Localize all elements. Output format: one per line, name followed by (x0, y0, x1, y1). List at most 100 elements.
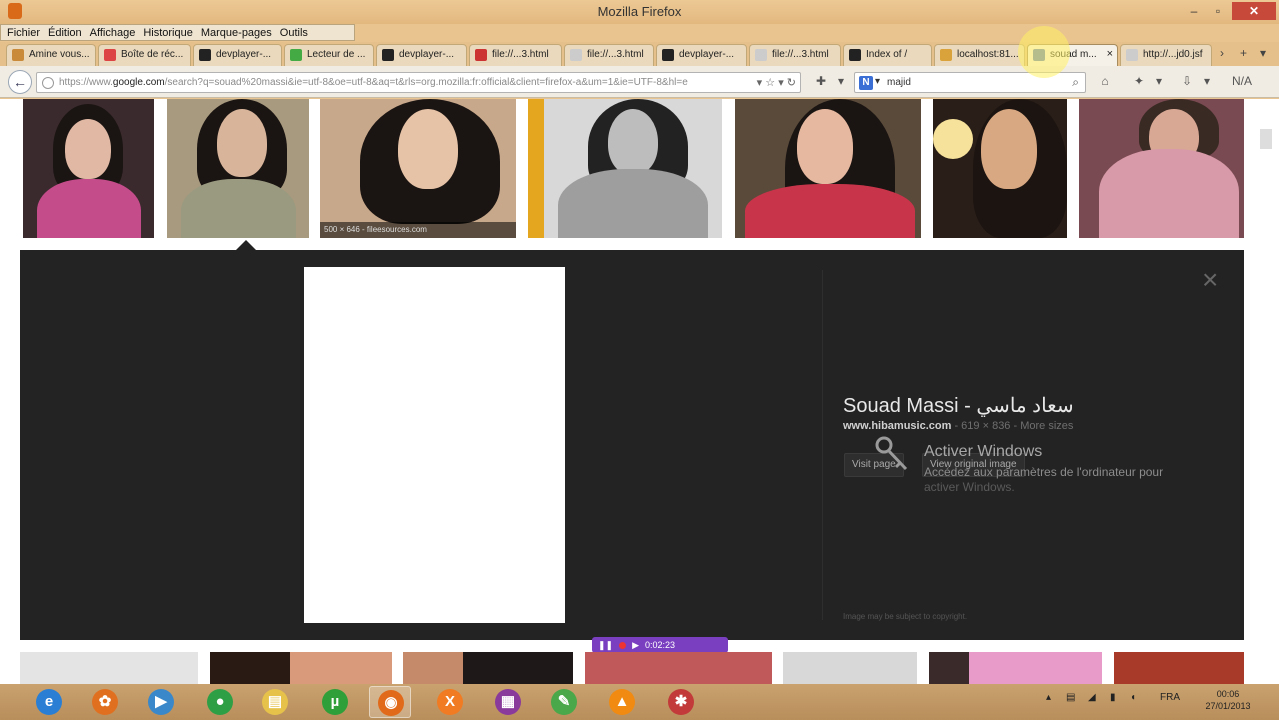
language-indicator[interactable]: FRA (1160, 692, 1180, 703)
image-thumbnail[interactable] (1114, 652, 1244, 684)
tab-1[interactable]: Amine vous... (6, 44, 96, 66)
app-orange-icon: ✿ (92, 689, 118, 715)
menu-affichage[interactable]: Affichage (90, 27, 136, 39)
menu-edition[interactable]: Édition (48, 27, 82, 39)
record-icon[interactable] (619, 641, 627, 649)
tab-label: devplayer-... (216, 49, 272, 60)
image-thumbnail[interactable] (210, 652, 392, 684)
taskbar-media-player[interactable]: ▶ (140, 686, 182, 718)
tab-label: file://...3.html (772, 49, 829, 60)
tab-8[interactable]: devplayer-... (656, 44, 747, 66)
home-icon[interactable]: ⌂ (1096, 74, 1114, 90)
taskbar-file-explorer[interactable]: ▤ (254, 686, 296, 718)
minimize-button[interactable]: – (1186, 2, 1202, 20)
tab-list-icon[interactable]: ▾ (1260, 46, 1266, 60)
download-dropdown-icon[interactable]: ▾ (1198, 74, 1216, 90)
image-title[interactable]: Souad Massi - سعاد ماسي (843, 393, 1074, 418)
taskbar-winrar[interactable]: ▦ (487, 686, 529, 718)
image-thumbnail[interactable] (929, 652, 1102, 684)
site-identity-icon[interactable] (42, 77, 54, 89)
power-icon[interactable]: ▮ (1110, 692, 1116, 703)
network-icon[interactable]: ▤ (1066, 692, 1075, 703)
internet-explorer-icon: e (36, 689, 62, 715)
maximize-button[interactable]: ▫ (1210, 2, 1226, 20)
url-bar[interactable]: https://www.google.com/search?q=souad%20… (36, 72, 801, 93)
search-engine-dropdown-icon[interactable]: ▾ (875, 76, 880, 87)
image-thumbnail[interactable]: 500 × 646 - fileesources.com (320, 99, 516, 238)
tab-4[interactable]: Lecteur de ... (284, 44, 374, 66)
tab-3[interactable]: devplayer-... (193, 44, 282, 66)
tab-label: Boîte de réc... (121, 49, 184, 60)
back-button[interactable]: ← (8, 70, 32, 94)
terminal-icon (382, 49, 394, 61)
tab-6[interactable]: file://...3.html (469, 44, 562, 66)
image-thumbnail[interactable] (20, 652, 198, 684)
image-thumbnail[interactable] (933, 99, 1067, 238)
tab-9[interactable]: file://...3.html (749, 44, 841, 66)
close-tab-icon[interactable]: × (1107, 48, 1113, 60)
dropdown-icon[interactable]: ▾ (757, 77, 763, 89)
image-thumbnail[interactable] (1079, 99, 1244, 238)
extension-dropdown-icon[interactable]: ▾ (1150, 74, 1168, 90)
image-thumbnail[interactable] (735, 99, 921, 238)
taskbar-notepadpp[interactable]: ✎ (543, 686, 585, 718)
show-hidden-icons[interactable]: ▴ (1046, 692, 1051, 703)
menu-historique[interactable]: Historique (143, 27, 193, 39)
source-site-link[interactable]: www.hibamusic.com (843, 420, 951, 432)
tab-scroll-right-icon[interactable]: › (1220, 46, 1224, 60)
tab-10[interactable]: Index of / (843, 44, 932, 66)
tab-7[interactable]: file://...3.html (564, 44, 654, 66)
image-thumbnail[interactable] (783, 652, 917, 684)
search-engine-icon[interactable]: N (859, 76, 873, 90)
taskbar-firefox[interactable]: ◉ (369, 686, 411, 718)
taskbar-internet-explorer[interactable]: e (28, 686, 70, 718)
volume-icon[interactable]: ◖ (1130, 692, 1136, 703)
tab-label: Lecteur de ... (307, 49, 366, 60)
image-preview[interactable] (304, 267, 565, 623)
addon-icon[interactable]: ✚ (812, 74, 830, 90)
signal-icon[interactable]: ◢ (1088, 692, 1096, 703)
clock[interactable]: 00:06 27/01/2013 (1196, 688, 1260, 712)
tab-11[interactable]: localhost:81... (934, 44, 1025, 66)
taskbar-xampp[interactable]: X (429, 686, 471, 718)
close-panel-button[interactable]: × (1202, 264, 1218, 296)
search-icon[interactable]: ⌕ (1072, 75, 1079, 90)
image-source: www.hibamusic.com - 619 × 836 - More siz… (843, 420, 1073, 432)
download-icon[interactable]: ⇩ (1178, 74, 1196, 90)
notepadpp-icon: ✎ (551, 689, 577, 715)
url-dropdown-icon[interactable]: ▾ (778, 77, 784, 89)
taskbar-vlc[interactable]: ▲ (601, 686, 643, 718)
navigation-bar: ← https://www.google.com/search?q=souad%… (0, 66, 1279, 98)
warning-icon (940, 49, 952, 61)
image-thumbnail[interactable] (23, 99, 154, 238)
image-thumbnail[interactable] (403, 652, 573, 684)
tab-5[interactable]: devplayer-... (376, 44, 467, 66)
image-meta[interactable]: - 619 × 836 - More sizes (951, 420, 1073, 432)
taskbar-app-red[interactable]: ✱ (660, 686, 702, 718)
recorder-toolbar[interactable]: ❚❚ ▶ 0:02:23 (592, 637, 728, 653)
chrome-icon: ● (207, 689, 233, 715)
page-icon (755, 49, 767, 61)
tab-13[interactable]: http://...jd0.jsf (1120, 44, 1212, 66)
scrollbar-thumb[interactable] (1260, 129, 1272, 149)
menu-fichier[interactable]: Fichier (7, 27, 40, 39)
extension-icon[interactable]: ✦ (1130, 74, 1148, 90)
reload-icon[interactable]: ↻ (787, 77, 796, 89)
menu-outils[interactable]: Outils (280, 27, 308, 39)
addon-dropdown-icon[interactable]: ▾ (832, 74, 850, 90)
image-thumbnail[interactable] (528, 99, 722, 238)
menu-marque-pages[interactable]: Marque-pages (201, 27, 272, 39)
pause-icon[interactable]: ❚❚ (598, 640, 613, 651)
taskbar-chrome[interactable]: ● (199, 686, 241, 718)
taskbar-utorrent[interactable]: µ (314, 686, 356, 718)
bookmark-star-icon[interactable]: ☆ (765, 77, 775, 89)
tab-2[interactable]: Boîte de réc... (98, 44, 191, 66)
play-icon[interactable]: ▶ (632, 640, 639, 651)
search-input[interactable]: majid (887, 77, 911, 88)
taskbar-app-orange[interactable]: ✿ (84, 686, 126, 718)
new-tab-icon[interactable]: + (1240, 46, 1247, 60)
close-window-button[interactable]: ✕ (1232, 2, 1276, 20)
url-path: /search?q=souad%20massi&ie=utf-8&oe=utf-… (164, 77, 688, 88)
image-thumbnail[interactable] (585, 652, 772, 684)
image-thumbnail[interactable] (167, 99, 309, 238)
